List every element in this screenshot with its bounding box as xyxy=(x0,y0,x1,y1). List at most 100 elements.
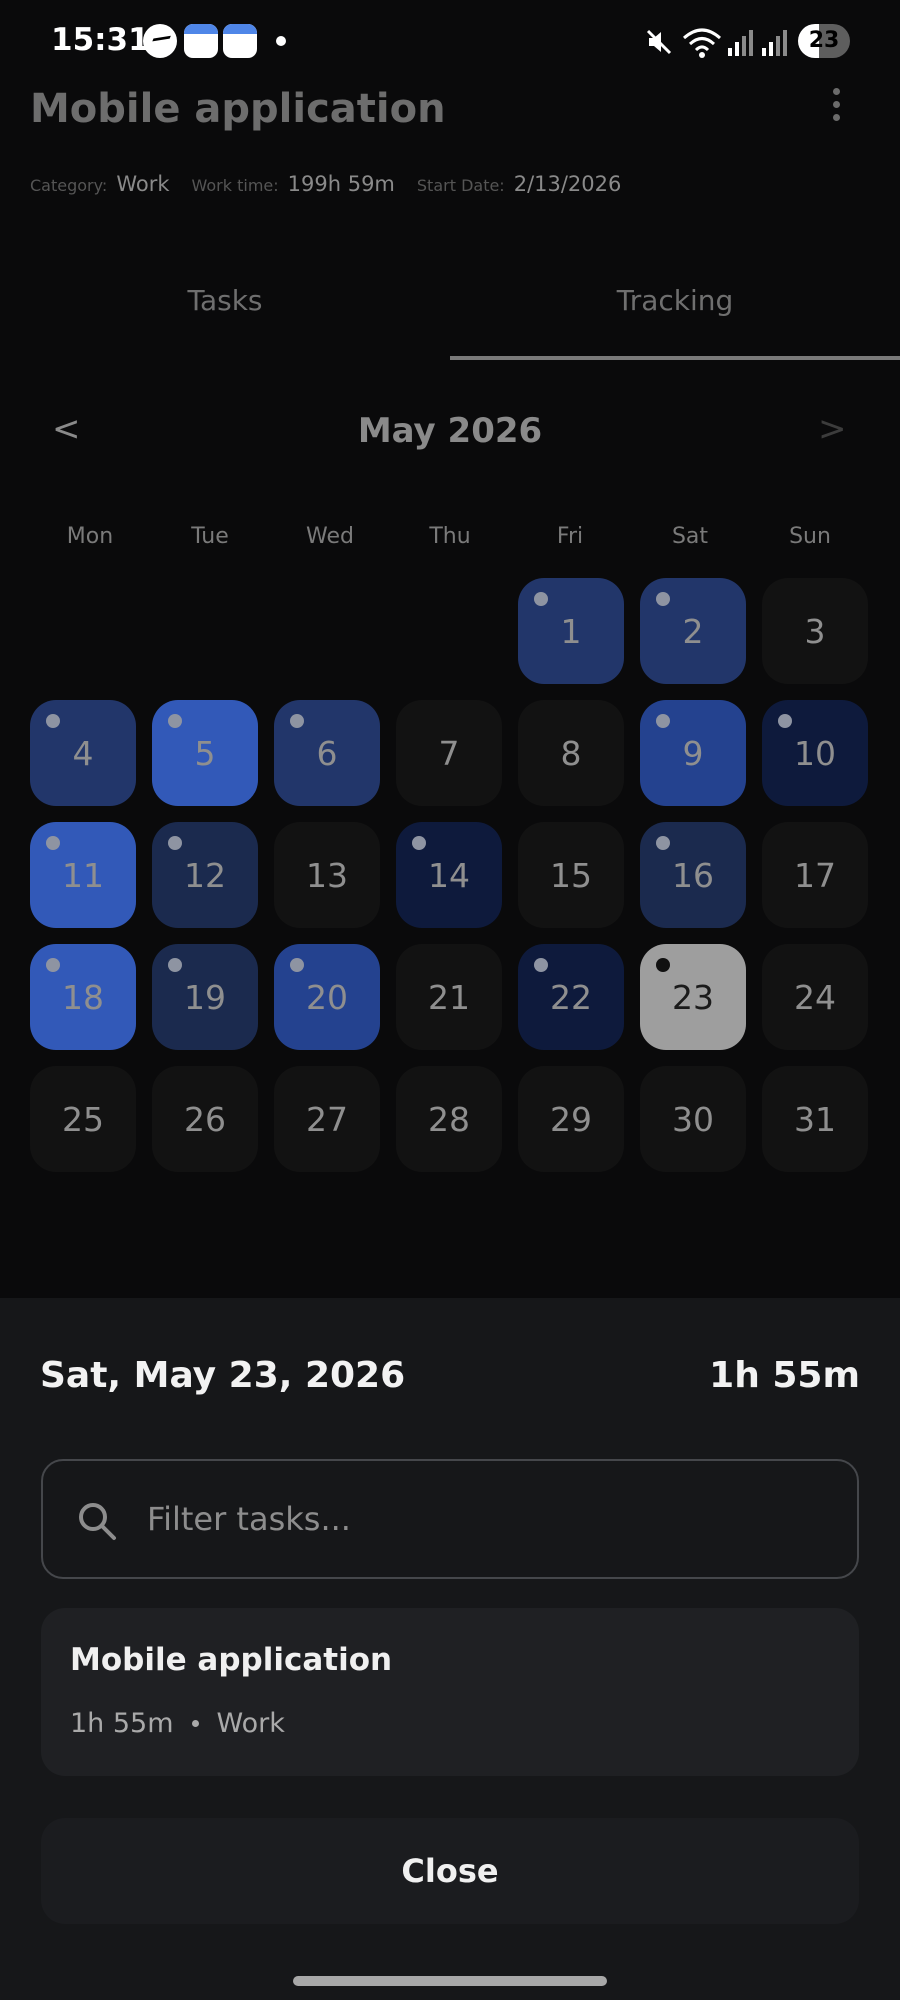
worktime-label: Work time: xyxy=(191,176,279,195)
calendar-day-10[interactable]: 10 xyxy=(762,700,868,806)
calendar-day-number: 28 xyxy=(428,1099,470,1139)
project-title: Mobile application xyxy=(30,86,446,132)
calendar-day-number: 12 xyxy=(184,855,226,895)
tab-tasks[interactable]: Tasks xyxy=(0,268,450,360)
task-item[interactable]: Mobile application 1h 55m Work xyxy=(41,1608,859,1776)
weekday-label: Sat xyxy=(671,524,709,549)
calendar-day-2[interactable]: 2 xyxy=(640,578,746,684)
calendar-day-11[interactable]: 11 xyxy=(30,822,136,928)
status-time: 15:31 xyxy=(51,22,150,58)
calendar-empty-cell xyxy=(30,578,136,684)
calendar-day-number: 11 xyxy=(62,855,104,895)
activity-dot-icon xyxy=(656,836,670,850)
calendar-day-9[interactable]: 9 xyxy=(640,700,746,806)
calendar-day-number: 20 xyxy=(306,977,348,1017)
next-month-button[interactable]: > xyxy=(818,409,847,449)
calendar-day-3[interactable]: 3 xyxy=(762,578,868,684)
selected-date: Sat, May 23, 2026 xyxy=(40,1355,406,1396)
calendar-day-30[interactable]: 30 xyxy=(640,1066,746,1172)
calendar-day-22[interactable]: 22 xyxy=(518,944,624,1050)
activity-dot-icon xyxy=(656,714,670,728)
calendar-day-24[interactable]: 24 xyxy=(762,944,868,1050)
filter-box xyxy=(41,1459,859,1579)
calendar-day-number: 6 xyxy=(316,733,338,773)
activity-dot-icon xyxy=(778,714,792,728)
calendar-day-number: 29 xyxy=(550,1099,592,1139)
calendar-day-number: 22 xyxy=(550,977,592,1017)
more-notifications-dot-icon xyxy=(276,36,286,46)
tab-tracking[interactable]: Tracking xyxy=(450,268,900,360)
calendar-day-number: 7 xyxy=(438,733,460,773)
calendar-day-number: 27 xyxy=(306,1099,348,1139)
activity-dot-icon xyxy=(290,714,304,728)
weekday-label: Thu xyxy=(429,524,471,549)
wifi-icon xyxy=(683,28,721,58)
task-meta: 1h 55m Work xyxy=(70,1708,285,1739)
signal-icon xyxy=(728,30,753,56)
calendar-day-number: 4 xyxy=(72,733,94,773)
calendar-day-number: 26 xyxy=(184,1099,226,1139)
calendar-day-5[interactable]: 5 xyxy=(152,700,258,806)
calendar-day-13[interactable]: 13 xyxy=(274,822,380,928)
calendar-day-25[interactable]: 25 xyxy=(30,1066,136,1172)
activity-dot-icon xyxy=(46,836,60,850)
calendar-empty-cell xyxy=(396,578,502,684)
calendar-notification-icon xyxy=(184,24,218,58)
calendar-day-16[interactable]: 16 xyxy=(640,822,746,928)
separator-dot-icon xyxy=(191,1720,199,1727)
calendar-day-6[interactable]: 6 xyxy=(274,700,380,806)
calendar-day-15[interactable]: 15 xyxy=(518,822,624,928)
calendar-day-number: 16 xyxy=(672,855,714,895)
calendar-day-26[interactable]: 26 xyxy=(152,1066,258,1172)
calendar-day-number: 24 xyxy=(794,977,836,1017)
calendar-day-23[interactable]: 23 xyxy=(640,944,746,1050)
startdate-value: 2/13/2026 xyxy=(513,172,622,196)
activity-dot-icon xyxy=(168,714,182,728)
calendar-empty-cell xyxy=(274,578,380,684)
calendar-day-31[interactable]: 31 xyxy=(762,1066,868,1172)
calendar-day-number: 15 xyxy=(550,855,592,895)
calendar-day-number: 9 xyxy=(682,733,704,773)
calendar-day-14[interactable]: 14 xyxy=(396,822,502,928)
day-total-time: 1h 55m xyxy=(709,1355,860,1396)
calendar-day-4[interactable]: 4 xyxy=(30,700,136,806)
calendar-day-number: 18 xyxy=(62,977,104,1017)
activity-dot-icon xyxy=(656,958,670,972)
screen: 15:31 23 Mobile application Category: Wo… xyxy=(0,0,900,2000)
status-bar: 15:31 23 xyxy=(0,0,900,84)
close-button[interactable]: Close xyxy=(41,1818,859,1924)
calendar-day-20[interactable]: 20 xyxy=(274,944,380,1050)
weekday-header: Mon Tue Wed Thu Fri Sat Sun xyxy=(30,524,870,549)
calendar-day-27[interactable]: 27 xyxy=(274,1066,380,1172)
calendar-day-8[interactable]: 8 xyxy=(518,700,624,806)
calendar-day-18[interactable]: 18 xyxy=(30,944,136,1050)
calendar-day-29[interactable]: 29 xyxy=(518,1066,624,1172)
home-indicator[interactable] xyxy=(293,1976,607,1986)
weekday-label: Fri xyxy=(556,524,584,549)
worktime-value: 199h 59m xyxy=(287,172,395,196)
day-detail-sheet: Sat, May 23, 2026 1h 55m Mobile applicat… xyxy=(0,1298,900,2000)
more-options-icon[interactable] xyxy=(826,84,846,124)
activity-dot-icon xyxy=(656,592,670,606)
calendar-day-28[interactable]: 28 xyxy=(396,1066,502,1172)
calendar-day-number: 25 xyxy=(62,1099,104,1139)
activity-dot-icon xyxy=(168,958,182,972)
calendar-notification-icon xyxy=(223,24,257,58)
calendar-day-19[interactable]: 19 xyxy=(152,944,258,1050)
calendar-day-number: 30 xyxy=(672,1099,714,1139)
calendar-day-number: 17 xyxy=(794,855,836,895)
calendar-day-7[interactable]: 7 xyxy=(396,700,502,806)
mute-icon xyxy=(646,29,672,55)
calendar-day-17[interactable]: 17 xyxy=(762,822,868,928)
calendar-day-number: 31 xyxy=(794,1099,836,1139)
calendar-day-21[interactable]: 21 xyxy=(396,944,502,1050)
messenger-icon xyxy=(143,24,177,58)
filter-tasks-input[interactable] xyxy=(147,1491,827,1547)
calendar-day-1[interactable]: 1 xyxy=(518,578,624,684)
weekday-label: Sun xyxy=(789,524,831,549)
tab-bar: Tasks Tracking xyxy=(0,268,900,360)
activity-dot-icon xyxy=(46,714,60,728)
calendar-day-number: 10 xyxy=(794,733,836,773)
search-icon xyxy=(79,1503,116,1540)
calendar-day-12[interactable]: 12 xyxy=(152,822,258,928)
